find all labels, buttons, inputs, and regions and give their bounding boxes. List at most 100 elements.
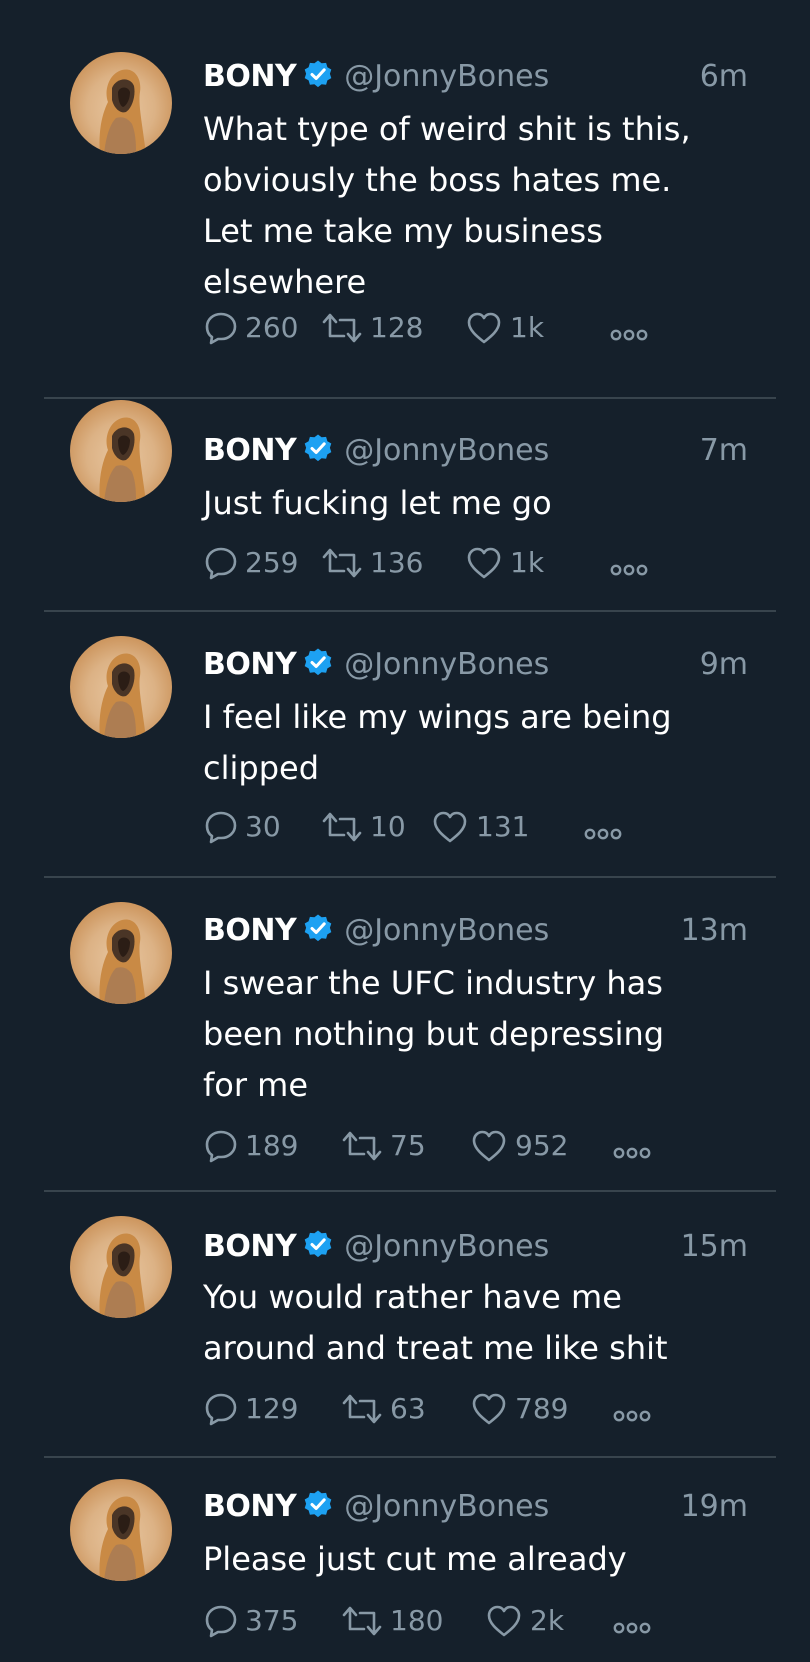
reply-count: 189 xyxy=(245,1129,299,1162)
like-count: 789 xyxy=(515,1392,569,1425)
user-handle[interactable]: @JonnyBones xyxy=(344,1489,549,1524)
more-options-button[interactable] xyxy=(581,815,625,840)
heart-icon xyxy=(433,811,467,843)
reply-count: 259 xyxy=(245,546,299,579)
like-button[interactable]: 789 xyxy=(470,1387,590,1431)
retweet-count: 136 xyxy=(370,546,424,579)
verified-badge-icon xyxy=(304,648,332,676)
tweet-text: I swear the UFC industry has been nothin… xyxy=(203,964,665,1104)
display-name[interactable]: BONY xyxy=(203,1489,297,1524)
user-handle[interactable]: @JonnyBones xyxy=(344,59,549,94)
retweet-count: 75 xyxy=(390,1129,426,1162)
tweet-text: You would rather have me around and trea… xyxy=(203,1278,668,1367)
retweet-button[interactable]: 10 xyxy=(320,805,440,849)
timestamp[interactable]: 9m xyxy=(700,644,748,686)
retweet-button[interactable]: 128 xyxy=(320,306,440,350)
heart-icon xyxy=(487,1605,521,1637)
user-handle[interactable]: @JonnyBones xyxy=(344,647,549,682)
timestamp[interactable]: 13m xyxy=(681,910,748,952)
timestamp[interactable]: 19m xyxy=(681,1486,748,1528)
avatar[interactable] xyxy=(70,636,172,738)
retweet-button[interactable]: 180 xyxy=(340,1599,460,1643)
retweet-icon xyxy=(342,1394,382,1424)
reply-icon xyxy=(205,1130,237,1163)
reply-count: 30 xyxy=(245,810,281,843)
tweet-header: BONY @JonnyBones 19m xyxy=(203,1486,748,1528)
tweet-divider xyxy=(44,1456,776,1458)
reply-icon xyxy=(205,547,237,580)
retweet-button[interactable]: 75 xyxy=(340,1124,460,1168)
reply-icon xyxy=(205,312,237,345)
heart-icon xyxy=(467,312,501,344)
avatar[interactable] xyxy=(70,1216,172,1318)
reply-icon xyxy=(205,1393,237,1426)
reply-button[interactable]: 189 xyxy=(203,1124,313,1168)
retweet-count: 10 xyxy=(370,810,406,843)
reply-button[interactable]: 375 xyxy=(203,1599,313,1643)
reply-icon xyxy=(205,1605,237,1638)
display-name[interactable]: BONY xyxy=(203,913,297,948)
display-name[interactable]: BONY xyxy=(203,59,297,94)
user-handle[interactable]: @JonnyBones xyxy=(344,913,549,948)
tweet-header: BONY @JonnyBones 9m xyxy=(203,644,748,686)
more-icon xyxy=(613,1622,651,1634)
avatar[interactable] xyxy=(70,400,172,502)
more-icon xyxy=(610,564,648,576)
tweet-header: BONY @JonnyBones 13m xyxy=(203,910,748,952)
like-count: 2k xyxy=(530,1604,565,1637)
verified-badge-icon xyxy=(304,1490,332,1518)
retweet-count: 180 xyxy=(390,1604,444,1637)
tweet-text: Please just cut me already xyxy=(203,1540,627,1578)
avatar-image xyxy=(99,919,146,1004)
like-button[interactable]: 1k xyxy=(465,306,585,350)
tweet-text: Just fucking let me go xyxy=(203,484,552,522)
like-count: 1k xyxy=(510,546,545,579)
reply-count: 260 xyxy=(245,311,299,344)
retweet-button[interactable]: 63 xyxy=(340,1387,460,1431)
retweet-icon xyxy=(322,548,362,578)
tweet-text: I feel like my wings are being clipped xyxy=(203,698,672,787)
reply-button[interactable]: 260 xyxy=(203,306,313,350)
retweet-button[interactable]: 136 xyxy=(320,541,440,585)
more-options-button[interactable] xyxy=(610,1397,654,1422)
heart-icon xyxy=(467,547,501,579)
retweet-icon xyxy=(322,812,362,842)
user-handle[interactable]: @JonnyBones xyxy=(344,1229,549,1264)
like-button[interactable]: 2k xyxy=(485,1599,605,1643)
retweet-icon xyxy=(322,313,362,343)
avatar-image xyxy=(99,69,146,154)
timestamp[interactable]: 7m xyxy=(700,430,748,472)
avatar[interactable] xyxy=(70,1479,172,1581)
reply-button[interactable]: 30 xyxy=(203,805,313,849)
like-count: 1k xyxy=(510,311,545,344)
reply-button[interactable]: 129 xyxy=(203,1387,313,1431)
verified-badge-icon xyxy=(304,434,332,462)
tweet-divider xyxy=(44,610,776,612)
heart-icon xyxy=(472,1393,506,1425)
more-options-button[interactable] xyxy=(610,1609,654,1634)
reply-icon xyxy=(205,811,237,844)
timestamp[interactable]: 6m xyxy=(700,56,748,98)
display-name[interactable]: BONY xyxy=(203,647,297,682)
like-button[interactable]: 1k xyxy=(465,541,585,585)
like-button[interactable]: 131 xyxy=(431,805,551,849)
avatar-image xyxy=(99,653,146,738)
like-button[interactable]: 952 xyxy=(470,1124,590,1168)
avatar[interactable] xyxy=(70,52,172,154)
user-handle[interactable]: @JonnyBones xyxy=(344,433,549,468)
tweet-header: BONY @JonnyBones 7m xyxy=(203,430,748,472)
like-count: 952 xyxy=(515,1129,569,1162)
timestamp[interactable]: 15m xyxy=(681,1226,748,1268)
reply-button[interactable]: 259 xyxy=(203,541,313,585)
avatar-image xyxy=(99,1496,146,1581)
verified-badge-icon xyxy=(304,1230,332,1258)
more-options-button[interactable] xyxy=(610,1134,654,1159)
avatar[interactable] xyxy=(70,902,172,1004)
more-icon xyxy=(610,329,648,341)
more-options-button[interactable] xyxy=(607,551,651,576)
more-options-button[interactable] xyxy=(607,316,651,341)
reply-count: 129 xyxy=(245,1392,299,1425)
display-name[interactable]: BONY xyxy=(203,1229,297,1264)
retweet-icon xyxy=(342,1131,382,1161)
display-name[interactable]: BONY xyxy=(203,433,297,468)
